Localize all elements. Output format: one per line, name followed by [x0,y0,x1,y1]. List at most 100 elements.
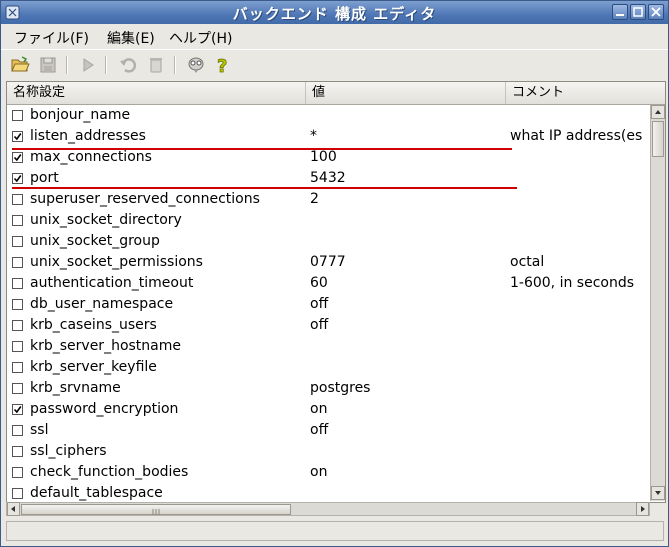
setting-value[interactable]: 100 [310,149,337,165]
enable-checkbox[interactable] [12,110,23,121]
scroll-right-button[interactable] [636,502,649,516]
table-row[interactable]: default_tablespace [7,483,650,502]
setting-name: check_function_bodies [30,464,189,480]
table-row[interactable]: unix_socket_permissions 0777 octal [7,252,650,273]
enable-checkbox[interactable] [12,362,23,373]
check-icon [13,175,22,183]
menu-edit[interactable]: 編集(E) [107,28,155,48]
delete-icon[interactable] [146,55,166,75]
enable-checkbox[interactable] [12,446,23,457]
enable-checkbox[interactable] [12,236,23,247]
table-row[interactable]: listen_addresses * what IP address(es [7,126,650,147]
enable-checkbox[interactable] [12,173,23,184]
table-row[interactable]: unix_socket_group [7,231,650,252]
menu-help[interactable]: ヘルプ(H) [169,28,232,48]
save-icon[interactable] [38,55,58,75]
setting-value[interactable]: 5432 [310,170,346,186]
enable-checkbox[interactable] [12,152,23,163]
setting-value[interactable]: on [310,464,327,480]
enable-checkbox[interactable] [12,194,23,205]
open-icon[interactable] [10,55,30,75]
setting-name: krb_server_hostname [30,338,181,354]
setting-value[interactable]: * [310,128,317,144]
column-header-name[interactable]: 名称設定 [7,82,306,104]
enable-checkbox[interactable] [12,467,23,478]
setting-name: krb_server_keyfile [30,359,157,375]
run-icon[interactable] [78,55,98,75]
table-row[interactable]: authentication_timeout 60 1-600, in second… [7,273,650,294]
table-row[interactable]: ssl_ciphers [7,441,650,462]
scroll-up-button[interactable] [651,105,665,119]
backend-config-editor-window: バックエンド 構成 エディタ ファイル(F) 編集(E) ヘルプ(H) ? 名称… [0,0,669,547]
table-row[interactable]: krb_srvname postgres [7,378,650,399]
enable-checkbox[interactable] [12,299,23,310]
table-row[interactable]: superuser_reserved_connections 2 [7,189,650,210]
setting-name: krb_caseins_users [30,317,157,333]
setting-name: unix_socket_group [30,233,160,249]
column-header-value[interactable]: 値 [306,82,506,104]
setting-name: superuser_reserved_connections [30,191,260,207]
setting-value[interactable]: 60 [310,275,328,291]
setting-name: krb_srvname [30,380,121,396]
toolbar-separator [66,56,68,74]
setting-name: unix_socket_permissions [30,254,203,270]
scroll-down-button[interactable] [651,486,665,500]
table-header: 名称設定 値 コメント [7,82,665,105]
enable-checkbox[interactable] [12,215,23,226]
setting-value[interactable]: off [310,296,328,312]
minimize-icon [616,14,624,16]
table-row[interactable]: max_connections 100 [7,147,650,168]
svg-text:?: ? [217,56,227,75]
hint-icon[interactable] [186,55,206,75]
minimize-button[interactable] [612,4,628,20]
setting-name: db_user_namespace [30,296,174,312]
setting-name: listen_addresses [30,128,146,144]
scroll-left-button[interactable] [7,502,20,516]
setting-value[interactable]: 2 [310,191,319,207]
setting-name: port [30,170,59,186]
highlight-underline-port [12,187,517,189]
setting-name: unix_socket_directory [30,212,182,228]
enable-checkbox[interactable] [12,131,23,142]
table-row[interactable]: krb_server_hostname [7,336,650,357]
vertical-scroll-thumb[interactable] [652,121,664,157]
title-bar[interactable]: バックエンド 構成 エディタ [1,1,668,24]
vertical-scrollbar[interactable] [650,105,665,501]
setting-value[interactable]: off [310,422,328,438]
enable-checkbox[interactable] [12,425,23,436]
undo-icon[interactable] [118,55,138,75]
table-row[interactable]: password_encryption on [7,399,650,420]
status-bar [6,521,664,541]
table-row[interactable]: bonjour_name [7,105,650,126]
setting-value[interactable]: off [310,317,328,333]
setting-name: bonjour_name [30,107,131,123]
close-icon [651,7,661,17]
table-row[interactable]: check_function_bodies on [7,462,650,483]
table-row[interactable]: ssl off [7,420,650,441]
horizontal-scrollbar[interactable] [6,502,650,516]
enable-checkbox[interactable] [12,341,23,352]
enable-checkbox[interactable] [12,404,23,415]
column-header-comment[interactable]: コメント [506,82,665,104]
horizontal-scroll-thumb[interactable] [21,504,291,515]
help-icon[interactable]: ? [213,55,233,75]
close-button[interactable] [648,4,664,20]
table-row[interactable]: unix_socket_directory [7,210,650,231]
enable-checkbox[interactable] [12,278,23,289]
setting-value[interactable]: on [310,401,327,417]
setting-comment: what IP address(es [510,128,643,144]
enable-checkbox[interactable] [12,383,23,394]
menu-file[interactable]: ファイル(F) [14,28,89,48]
table-row[interactable]: port 5432 [7,168,650,189]
table-row[interactable]: db_user_namespace off [7,294,650,315]
maximize-button[interactable] [630,4,646,20]
table-row[interactable]: krb_caseins_users off [7,315,650,336]
setting-comment: octal [510,254,545,270]
enable-checkbox[interactable] [12,488,23,499]
setting-name: default_tablespace [30,485,163,501]
enable-checkbox[interactable] [12,320,23,331]
setting-value[interactable]: 0777 [310,254,346,270]
setting-value[interactable]: postgres [310,380,370,396]
table-row[interactable]: krb_server_keyfile [7,357,650,378]
enable-checkbox[interactable] [12,257,23,268]
